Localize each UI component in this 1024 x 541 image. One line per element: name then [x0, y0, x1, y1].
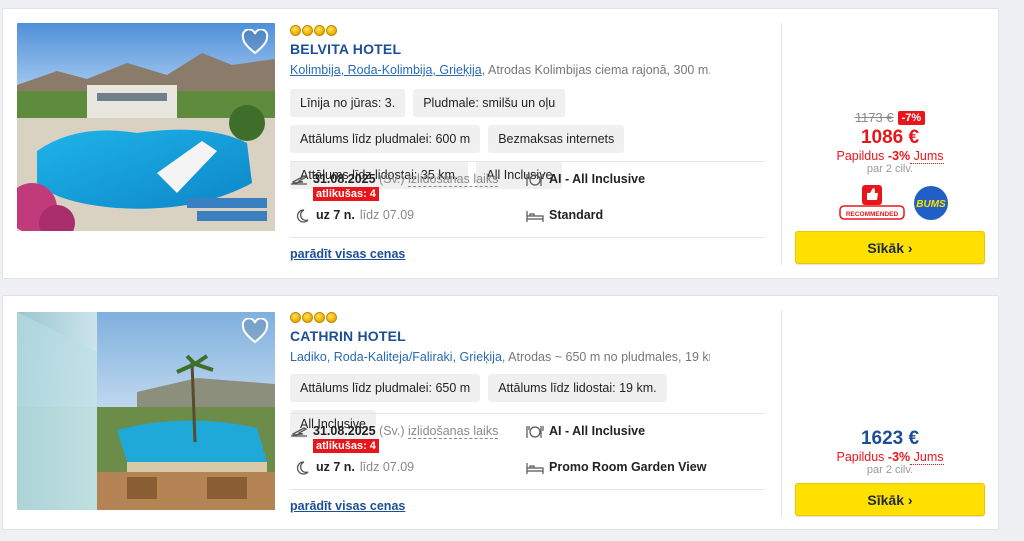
hotel-location: Kolimbija, Roda-Kolimbija, Grieķija, Atr…	[290, 63, 710, 77]
departure-date: 31.08.2025 (Sv.) izlidošanas laiks atlik…	[290, 424, 499, 453]
plane-icon	[291, 175, 308, 185]
star-icon	[326, 25, 337, 36]
show-all-prices-link[interactable]: parādīt visas cenas	[290, 499, 405, 513]
dining-icon	[526, 174, 544, 186]
price-per-persons: par 2 cilv.	[866, 163, 914, 175]
nights-value: uz 7 n.	[316, 208, 355, 222]
vertical-divider	[781, 23, 782, 265]
hotel-photo[interactable]	[17, 23, 275, 231]
recommended-icon: RECOMMENDED	[839, 185, 905, 220]
departure-date-value: 31.08.2025	[313, 424, 376, 438]
price-box: 1173 € -7% 1086 € Papildus -3% Jums par 2…	[795, 109, 985, 175]
return-date: līdz 07.09	[359, 460, 415, 474]
weekday: (Sv.)	[379, 424, 405, 438]
hotel-location: Ladiko, Roda-Kaliteja/Faliraki, Grieķija…	[290, 350, 710, 364]
seats-remaining-badge: atlikušas: 4	[313, 439, 379, 453]
extra-prefix: Papildus	[836, 450, 888, 464]
bed-icon	[526, 211, 544, 222]
hotel-photo[interactable]	[17, 312, 275, 510]
star-icon	[290, 25, 301, 36]
star-icon	[302, 25, 313, 36]
trip-duration: uz 7 n. līdz 07.09	[293, 460, 414, 476]
details-button[interactable]: Sīkāk ›	[795, 483, 985, 516]
extra-pct: -3%	[887, 450, 911, 464]
price-per-persons: par 2 cilv.	[866, 464, 914, 476]
departure-time-link[interactable]: izlidošanas laiks	[408, 172, 499, 187]
bed-icon	[526, 463, 544, 474]
location-link[interactable]: Ladiko, Roda-Kaliteja/Faliraki, Grieķija	[290, 350, 502, 364]
hotel-name-link[interactable]: BELVITA HOTEL	[290, 41, 401, 57]
weekday: (Sv.)	[379, 172, 405, 186]
price-box: 1623 € Papildus -3% Jums par 2 cilv.	[795, 428, 985, 476]
return-date: līdz 07.09	[359, 208, 415, 222]
board-type-value: AI - All Inclusive	[549, 424, 646, 438]
room-type-value: Standard	[549, 208, 604, 222]
extra-suffix: Jums	[910, 450, 944, 465]
extra-discount: Papildus -3% Jums	[795, 149, 985, 164]
dining-icon	[526, 426, 544, 438]
trip-duration: uz 7 n. līdz 07.09	[293, 208, 414, 224]
room-type: Standard	[526, 208, 603, 224]
moon-icon	[296, 461, 309, 475]
star-icon	[326, 312, 337, 323]
details-button[interactable]: Sīkāk ›	[795, 231, 985, 264]
room-type-value: Promo Room Garden View	[549, 460, 707, 474]
badges: RECOMMENDED BUMS	[839, 185, 949, 221]
extra-suffix: Jums	[910, 149, 944, 164]
extra-pct: -3%	[887, 149, 911, 163]
show-all-prices-link[interactable]: parādīt visas cenas	[290, 247, 405, 261]
vertical-divider	[781, 310, 782, 517]
feature-tag: Attālums līdz pludmalei: 600 m	[290, 125, 481, 153]
nights-value: uz 7 n.	[316, 460, 355, 474]
plane-icon	[291, 427, 308, 437]
departure-time-link[interactable]: izlidošanas laiks	[408, 424, 499, 439]
divider	[290, 237, 765, 238]
star-icon	[314, 312, 325, 323]
bums-label: BUMS	[916, 199, 946, 210]
seats-remaining-badge: atlikušas: 4	[313, 187, 379, 201]
feature-tag: Līnija no jūras: 3.	[290, 89, 406, 117]
discount-badge: -7%	[897, 111, 926, 125]
hotel-card-cathrin: CATHRIN HOTEL Ladiko, Roda-Kaliteja/Fali…	[2, 295, 999, 530]
feature-tag: Pludmale: smilšu un oļu	[413, 89, 566, 117]
board-type: AI - All Inclusive	[526, 172, 645, 188]
location-description: , Atrodas ~ 650 m no pludmales, 19 km no…	[501, 350, 710, 364]
star-icon	[302, 312, 313, 323]
star-icon	[290, 312, 301, 323]
bums-logo: BUMS	[914, 186, 948, 220]
star-rating	[290, 25, 337, 36]
star-rating	[290, 312, 337, 323]
board-type-value: AI - All Inclusive	[549, 172, 646, 186]
feature-tag: Attālums līdz pludmalei: 650 m	[290, 374, 481, 402]
heart-icon[interactable]	[241, 29, 269, 55]
feature-tag: Attālums līdz lidostai: 19 km.	[488, 374, 667, 402]
star-icon	[314, 25, 325, 36]
moon-icon	[296, 209, 309, 223]
departure-date-value: 31.08.2025	[313, 172, 376, 186]
hotel-image	[17, 312, 275, 510]
current-price: 1086 €	[860, 127, 920, 148]
current-price: 1623 €	[860, 428, 920, 449]
location-description: , Atrodas Kolimbijas ciema rajonā, 300 m…	[481, 63, 710, 77]
board-type: AI - All Inclusive	[526, 424, 645, 440]
recommended-label: RECOMMENDED	[846, 211, 899, 218]
hotel-image	[17, 23, 275, 231]
feature-tag: Bezmaksas internets	[488, 125, 625, 153]
divider	[290, 413, 765, 414]
extra-prefix: Papildus	[836, 149, 888, 163]
room-type: Promo Room Garden View	[526, 460, 706, 476]
heart-icon[interactable]	[241, 318, 269, 344]
location-link[interactable]: Kolimbija, Roda-Kolimbija, Grieķija	[290, 63, 482, 77]
old-price: 1173 €	[854, 110, 894, 125]
extra-discount: Papildus -3% Jums	[795, 450, 985, 465]
departure-date: 31.08.2025 (Sv.) izlidošanas laiks atlik…	[290, 172, 499, 201]
hotel-name-link[interactable]: CATHRIN HOTEL	[290, 328, 406, 344]
hotel-card-belvita: BELVITA HOTEL Kolimbija, Roda-Kolimbija,…	[2, 8, 999, 279]
divider	[290, 161, 765, 162]
divider	[290, 489, 765, 490]
